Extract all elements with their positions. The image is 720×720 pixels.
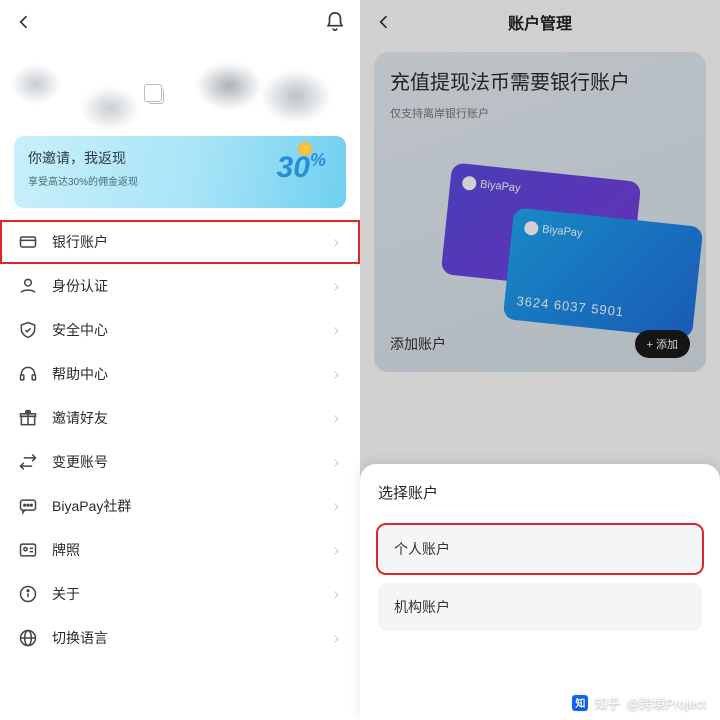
chevron-right-icon: [330, 632, 342, 644]
menu-label: 牌照: [52, 540, 80, 560]
chevron-right-icon: [330, 456, 342, 468]
back-icon[interactable]: [374, 12, 394, 32]
option-label: 机构账户: [394, 597, 450, 617]
menu-label: 邀请好友: [52, 408, 108, 428]
card-illustration-blue: BiyaPay 3624 6037 5901: [503, 207, 704, 338]
sheet-title: 选择账户: [360, 482, 720, 515]
left-header: [0, 0, 360, 44]
account-management-screen: 账户管理 充值提现法币需要银行账户 仅支持离岸银行账户 BiyaPay Biya…: [360, 0, 720, 720]
swap-icon: [18, 452, 38, 472]
menu-label: 切换语言: [52, 628, 108, 648]
zhihu-icon: 知: [572, 695, 588, 711]
page-title: 账户管理: [508, 10, 572, 34]
menu-item-identity[interactable]: 身份认证: [0, 264, 360, 308]
option-org[interactable]: 机构账户: [378, 583, 702, 631]
menu-item-license[interactable]: 牌照: [0, 528, 360, 572]
chevron-right-icon: [330, 412, 342, 424]
right-header: 账户管理: [360, 0, 720, 44]
settings-menu: 银行账户 身份认证 安全中心 帮助中心 邀请好友 变更账号: [0, 220, 360, 660]
menu-label: BiyaPay社群: [52, 496, 131, 516]
menu-label: 安全中心: [52, 320, 108, 340]
gift-icon: [18, 408, 38, 428]
watermark: 知 知乎 @跨境Project: [572, 693, 706, 712]
id-icon: [18, 540, 38, 560]
menu-item-switch[interactable]: 变更账号: [0, 440, 360, 484]
menu-item-language[interactable]: 切换语言: [0, 616, 360, 660]
add-account-label: 添加账户: [390, 334, 446, 354]
back-icon[interactable]: [14, 12, 34, 32]
headset-icon: [18, 364, 38, 384]
card-number: 3624 6037 5901: [516, 293, 625, 319]
menu-label: 帮助中心: [52, 364, 108, 384]
menu-item-community[interactable]: BiyaPay社群: [0, 484, 360, 528]
info-icon: [18, 584, 38, 604]
add-button[interactable]: + 添加: [635, 330, 690, 358]
person-icon: [18, 276, 38, 296]
option-label: 个人账户: [394, 539, 450, 559]
chevron-right-icon: [330, 280, 342, 292]
bell-icon[interactable]: [324, 11, 346, 33]
chevron-right-icon: [330, 500, 342, 512]
chevron-right-icon: [330, 588, 342, 600]
menu-item-help[interactable]: 帮助中心: [0, 352, 360, 396]
shield-icon: [18, 320, 38, 340]
menu-label: 身份认证: [52, 276, 108, 296]
menu-item-about[interactable]: 关于: [0, 572, 360, 616]
invite-banner[interactable]: 你邀请，我返现 享受高达30%的佣金返现 30%: [14, 136, 346, 208]
banner-title: 充值提现法币需要银行账户: [390, 70, 690, 97]
chevron-right-icon: [330, 324, 342, 336]
banner-percent: 30%: [277, 150, 326, 185]
select-account-sheet: 选择账户 个人账户 机构账户: [360, 464, 720, 720]
chat-icon: [18, 496, 38, 516]
menu-item-security[interactable]: 安全中心: [0, 308, 360, 352]
card-icon: [18, 232, 38, 252]
chevron-right-icon: [330, 368, 342, 380]
account-banner: 充值提现法币需要银行账户 仅支持离岸银行账户 BiyaPay BiyaPay 3…: [374, 52, 706, 372]
profile-area: [0, 44, 360, 132]
banner-subtitle: 仅支持离岸银行账户: [390, 105, 690, 121]
chevron-right-icon: [330, 236, 342, 248]
settings-screen: 你邀请，我返现 享受高达30%的佣金返现 30% 银行账户 身份认证 安全中心 …: [0, 0, 360, 720]
copy-icon[interactable]: [148, 88, 164, 104]
chevron-right-icon: [330, 544, 342, 556]
add-account-row: 添加账户 + 添加: [390, 330, 690, 358]
option-personal[interactable]: 个人账户: [378, 525, 702, 573]
globe-icon: [18, 628, 38, 648]
menu-label: 变更账号: [52, 452, 108, 472]
menu-item-invite[interactable]: 邀请好友: [0, 396, 360, 440]
menu-item-bank[interactable]: 银行账户: [0, 220, 360, 264]
menu-label: 银行账户: [52, 232, 108, 252]
menu-label: 关于: [52, 584, 80, 604]
